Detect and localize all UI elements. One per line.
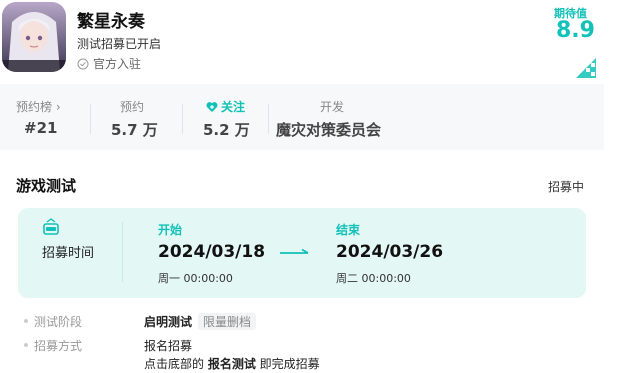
recruit-time-box: 招募时间 开始 2024/03/18 周一 00:00:00 结束 2024/0…: [18, 208, 586, 298]
stat-label: 开发: [320, 100, 345, 114]
divider: [90, 104, 91, 134]
divider: [268, 104, 269, 134]
recruit-method-key: 招募方式: [34, 339, 83, 353]
test-phase-key: 测试阶段: [34, 315, 83, 329]
start-date: 2024/03/18: [158, 242, 266, 262]
method-prefix: 点击底部的: [144, 357, 208, 371]
official-label: 官方入驻: [93, 57, 142, 71]
divider: [182, 104, 183, 134]
app-header: 繁星永奏 测试招募已开启 官方入驻 期待值 8.9: [0, 0, 604, 84]
stat-reservations: 预约 5.7 万: [100, 84, 180, 150]
follow-label: 关注: [221, 100, 246, 114]
game-test-card: 游戏测试 招募中 招募时间 开始 2024/03/18 周一 00:00:00 …: [2, 156, 600, 373]
rating-value: 8.9: [556, 18, 595, 43]
stat-developer[interactable]: 开发 魔灾对策委员会: [276, 84, 396, 150]
divider: [122, 222, 123, 282]
end-label: 结束: [336, 223, 361, 237]
rating-decoration-icon: [576, 58, 596, 78]
stat-label: 预约: [120, 100, 145, 114]
stat-value: 5.7 万: [111, 121, 158, 139]
stat-value: 5.2 万: [203, 121, 250, 139]
stat-follow[interactable]: 关注 5.2 万: [190, 84, 270, 150]
bullet-dot: [24, 319, 28, 323]
end-date: 2024/03/26: [336, 242, 444, 262]
check-circle-icon: [77, 58, 89, 69]
recruit-time-label: 招募时间: [42, 246, 95, 261]
app-subtitle: 测试招募已开启: [77, 37, 162, 51]
bullet-dot: [24, 343, 28, 347]
stat-value: #21: [24, 119, 58, 137]
test-phase-value: 启明测试: [144, 315, 193, 329]
test-phase-row: 测试阶段 启明测试 限量删档: [24, 313, 584, 330]
stat-label: 预约榜 ›: [16, 100, 61, 114]
stat-ranking[interactable]: 预约榜 › #21: [0, 84, 80, 150]
stats-bar: 预约榜 › #21 预约 5.7 万 关注 5.2 万 开发 魔灾对策委员会: [0, 84, 604, 150]
test-phase-tag: 限量删档: [198, 313, 257, 330]
start-time: 周一 00:00:00: [158, 272, 233, 285]
developer-name[interactable]: 魔灾对策委员会: [276, 119, 381, 140]
card-title: 游戏测试: [16, 177, 77, 195]
follow-button[interactable]: 关注: [206, 98, 245, 115]
test-phase-value-wrap: 启明测试 限量删档: [144, 313, 257, 330]
start-label: 开始: [158, 223, 183, 237]
app-icon[interactable]: [2, 2, 66, 72]
heart-plus-icon: [206, 101, 218, 112]
signup-test-link: 报名测试: [207, 357, 256, 371]
arrow-right-icon: [280, 248, 309, 254]
app-title: 繁星永奏: [77, 12, 145, 32]
recruit-method-line2: 点击底部的 报名测试 即完成招募: [144, 355, 320, 372]
recruit-method-row: 招募方式 报名招募 点击底部的 报名测试 即完成招募: [24, 337, 584, 373]
official-badge: 官方入驻: [77, 55, 141, 72]
recruit-status: 招募中: [548, 180, 585, 194]
beta-icon: [43, 218, 59, 235]
recruit-method-line1: 报名招募: [144, 339, 193, 353]
end-time: 周二 00:00:00: [336, 272, 411, 285]
method-suffix: 即完成招募: [255, 357, 320, 371]
